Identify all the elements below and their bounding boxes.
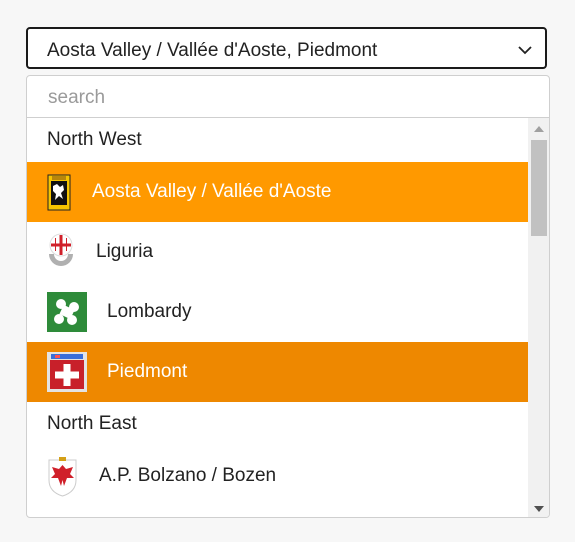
region-select[interactable]: Aosta Valley / Vallée d'Aoste, Piedmont bbox=[26, 27, 547, 69]
scrollbar[interactable] bbox=[528, 118, 549, 517]
option-bolzano[interactable]: A.P. Bolzano / Bozen bbox=[27, 446, 529, 506]
search-box bbox=[27, 76, 549, 118]
option-label: A.P. Bolzano / Bozen bbox=[99, 465, 277, 486]
aosta-valley-flag-icon bbox=[47, 174, 71, 211]
scroll-down-arrow-icon[interactable] bbox=[534, 506, 544, 512]
chevron-down-icon[interactable] bbox=[517, 42, 533, 58]
dropdown-panel: North West Aosta Valley / Vallée d'Aoste bbox=[26, 75, 550, 518]
liguria-flag-icon bbox=[46, 232, 76, 272]
option-label: Liguria bbox=[96, 241, 154, 262]
option-label: Piedmont bbox=[107, 361, 188, 382]
group-header-north-east: North East bbox=[47, 413, 137, 434]
select-value: Aosta Valley / Vallée d'Aoste, Piedmont bbox=[47, 40, 378, 61]
search-input[interactable] bbox=[46, 85, 530, 111]
option-piedmont[interactable]: Piedmont bbox=[27, 342, 529, 402]
option-label: Aosta Valley / Vallée d'Aoste bbox=[92, 181, 332, 202]
lombardy-flag-icon bbox=[47, 292, 87, 332]
piedmont-flag-icon bbox=[47, 352, 87, 392]
scrollbar-thumb[interactable] bbox=[531, 140, 547, 236]
scroll-up-arrow-icon[interactable] bbox=[534, 126, 544, 132]
option-label: Lombardy bbox=[107, 301, 192, 322]
option-aosta-valley[interactable]: Aosta Valley / Vallée d'Aoste bbox=[27, 162, 529, 222]
options-list[interactable]: North West Aosta Valley / Vallée d'Aoste bbox=[27, 118, 529, 517]
option-lombardy[interactable]: Lombardy bbox=[27, 282, 529, 342]
option-liguria[interactable]: Liguria bbox=[27, 222, 529, 282]
group-header-north-west: North West bbox=[47, 129, 142, 150]
bolzano-coat-of-arms-icon bbox=[47, 456, 78, 497]
